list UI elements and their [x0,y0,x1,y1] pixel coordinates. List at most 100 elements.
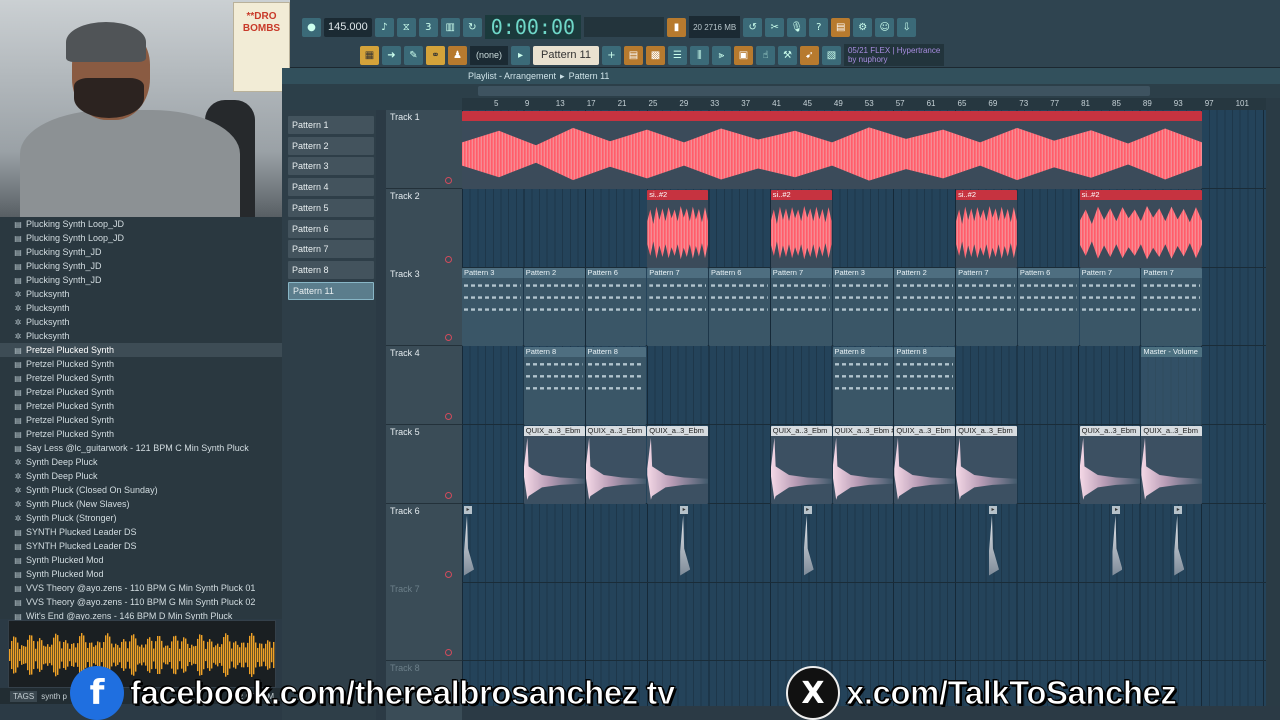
step-edit-icon[interactable]: ▥ [440,17,460,37]
browser-item[interactable]: ▤ VVS Theory @ayo.zens - 110 BPM G Min Sy… [0,581,282,595]
browser-item[interactable]: ▤ Plucking Synth_JD [0,273,282,287]
browser-item[interactable]: ▤ Pretzel Plucked Synth [0,427,282,441]
browser-item[interactable]: ✲ Plucksynth [0,287,282,301]
pat-clip[interactable]: Pattern 7 [647,268,709,347]
mixer-icon[interactable]: ⫼ [689,45,709,65]
track-enable-icon[interactable] [445,255,452,263]
channel-rack-icon[interactable]: ⫸ [711,45,731,65]
browser-item[interactable]: ▤ Plucking Synth_JD [0,259,282,273]
one-shot-clip[interactable]: ▸ [802,505,814,576]
browser-item[interactable]: ▤ Pretzel Plucked Synth [0,413,282,427]
add-pattern-icon[interactable]: + [601,45,621,65]
pluck-clip[interactable]: QUIX_a..3_Ebm [585,425,647,504]
browser-item[interactable]: ✲ Plucksynth [0,301,282,315]
pat-clip[interactable]: Pattern 7 [956,268,1017,347]
pat-clip[interactable]: Pattern 8 [585,347,647,426]
one-shot-clip[interactable]: ▸ [678,505,691,576]
pat-clip[interactable]: Pattern 2 [894,268,956,347]
picker-pattern-item[interactable]: Pattern 7 [288,240,374,259]
browser-item[interactable]: ✲ Synth Pluck (Closed On Sunday) [0,483,282,497]
metronome-icon[interactable]: ♪ [374,17,394,37]
one-shot-clip[interactable]: ▸ [462,505,474,576]
stamp-icon[interactable]: ♟ [448,45,467,65]
browser-item[interactable]: ▤ VVS Theory @ayo.zens - 110 BPM G Min Sy… [0,595,282,609]
pluck-clip[interactable]: QUIX_a..3_Ebm [647,425,709,504]
browser-item[interactable]: ▤ Plucking Synth Loop_JD [0,231,282,245]
pluck-clip[interactable]: QUIX_a..3_Ebm [894,425,956,504]
track-header[interactable]: Track 7 [386,582,462,662]
clip-handle-icon[interactable]: ▸ [803,505,812,514]
pencil-tool-icon[interactable]: ✎ [404,45,423,65]
clip-handle-icon[interactable]: ▸ [680,505,689,514]
audio-clip[interactable]: si..#2 [1079,189,1203,268]
snap-selector[interactable]: (none) [470,45,509,65]
undo-icon[interactable]: ↺ [743,17,763,37]
browser-item[interactable]: ✲ Plucksynth [0,329,282,343]
loop-record-icon[interactable]: ↻ [462,17,482,37]
track-lane[interactable] [462,582,1266,662]
pluck-clip[interactable]: QUIX_a..3_Ebm [1079,425,1141,504]
wait-icon[interactable]: ⧖ [396,17,416,37]
picker-pattern-item[interactable]: Pattern 8 [288,260,374,279]
browser-item[interactable]: ▤ SYNTH Plucked Leader DS [0,525,282,539]
track-header[interactable]: Track 4 [386,346,462,426]
clip-handle-icon[interactable]: ▸ [1112,505,1121,514]
browser-item[interactable]: ▤ Pretzel Plucked Synth [0,371,282,385]
picker-pattern-item[interactable]: Pattern 1 [288,116,374,134]
track-enable-icon[interactable] [445,413,452,421]
picker-pattern-item[interactable]: Pattern 5 [288,198,374,217]
vertical-scrollbar[interactable] [1266,98,1280,706]
browser-item[interactable]: ✲ Synth Pluck (New Slaves) [0,497,282,511]
piano-roll-icon[interactable]: ▩ [645,45,665,65]
browser-item[interactable]: ▤ Synth Plucked Mod [0,567,282,581]
tags-label[interactable]: TAGS [10,690,38,702]
pat-clip[interactable]: Pattern 7 [1079,268,1141,347]
chat-icon[interactable]: ☺ [875,17,895,37]
clip-handle-icon[interactable]: ▸ [1174,505,1183,514]
tempo-display[interactable]: 145.000 [324,17,372,37]
pat-clip[interactable]: Pattern 8 [894,347,956,426]
song-mode-icon[interactable]: ▦ [360,45,379,65]
touch-icon[interactable]: ☝ [755,45,775,65]
track-header[interactable]: Track 5 [386,424,462,504]
pattern-selector[interactable]: Pattern 11 [533,45,599,65]
one-shot-clip[interactable]: ▸ [1172,505,1185,576]
pluck-clip[interactable]: QUIX_a..3_Ebm [523,425,585,504]
one-shot-clip[interactable]: ▸ [987,505,999,576]
browser-item[interactable]: ▤ Pretzel Plucked Synth [0,399,282,413]
clip-handle-icon[interactable]: ▸ [464,505,472,514]
project-browser-icon[interactable]: ▤ [831,17,851,37]
layout-icon[interactable]: ▧ [821,45,841,65]
countdown-icon[interactable]: 3 [418,17,438,37]
browser-item[interactable]: ▤ Pretzel Plucked Synth [0,385,282,399]
pat-clip[interactable]: Pattern 2 [523,268,585,347]
help-icon[interactable]: ? [809,17,829,37]
pat-clip[interactable]: Pattern 3 [832,268,894,347]
browser-item[interactable]: ✲ Plucksynth [0,315,282,329]
prev-pattern-icon[interactable]: ▸ [511,45,531,65]
picker-pattern-item[interactable]: Pattern 4 [288,178,374,197]
pat-clip[interactable]: Pattern 7 [1141,268,1203,347]
browser-item[interactable]: ✲ Synth Deep Pluck [0,469,282,483]
pat-clip[interactable]: Pattern 6 [1017,268,1079,347]
track-enable-icon[interactable] [445,649,452,657]
pat-clip[interactable]: Pattern 6 [585,268,647,347]
pat-clip[interactable]: Pattern 6 [709,268,770,347]
wrench-icon[interactable]: ➹ [799,45,819,65]
browser-item[interactable]: ▤ Say Less @lc_guitarwork - 121 BPM C Min… [0,441,282,455]
pluck-clip[interactable]: QUIX_a..3_Ebm [770,425,832,504]
picker-pattern-item[interactable]: Pattern 3 [288,157,374,176]
playlist-icon[interactable]: ▤ [623,45,643,65]
track-enable-icon[interactable] [445,491,452,499]
tools-icon[interactable]: ⚒ [777,45,797,65]
pat-clip[interactable]: Pattern 3 [462,268,523,347]
browser-item[interactable]: ▤ Plucking Synth Loop_JD [0,217,282,231]
record-mode-icon[interactable]: ● [302,17,321,37]
picker-pattern-item[interactable]: Pattern 11 [288,281,374,300]
pat-clip[interactable]: Pattern 8 [832,347,894,426]
pluck-clip[interactable]: QUIX_a..3_Ebm [956,425,1017,504]
pat-clip[interactable]: Pattern 8 [523,347,585,426]
audio-clip[interactable]: si..#2 [956,189,1017,268]
pat-clip[interactable]: Pattern 7 [770,268,832,347]
pluck-clip[interactable]: QUIX_a..3_Ebm #2 [832,425,894,504]
